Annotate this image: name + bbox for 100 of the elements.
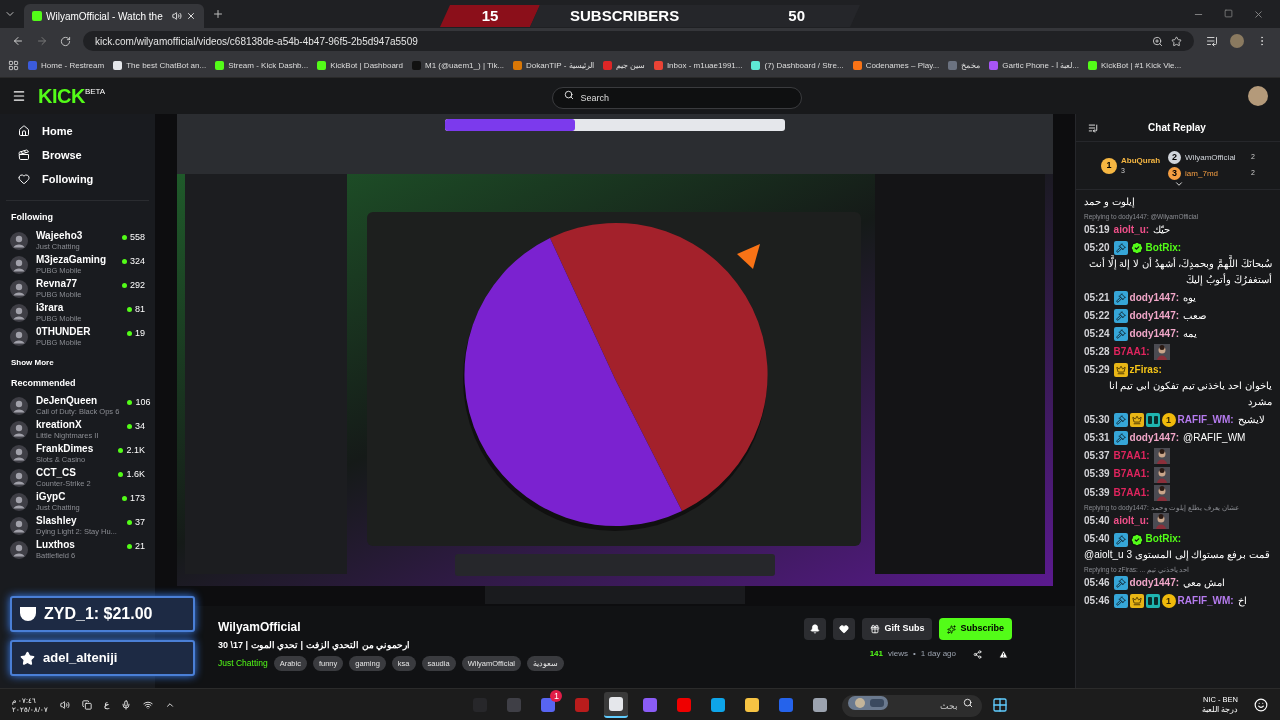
bookmark[interactable]: KickBot | Dashboard <box>317 59 403 72</box>
zoom-icon[interactable] <box>1152 35 1163 47</box>
channel-name[interactable]: CCT_CS <box>36 467 111 478</box>
chat-username[interactable]: B7AA1: <box>1113 450 1150 462</box>
apps-icon[interactable] <box>8 60 19 71</box>
gift-subs-button[interactable]: Gift Subs <box>862 618 933 640</box>
views-label: views <box>888 648 909 660</box>
display-icon[interactable] <box>81 699 92 710</box>
channel-name[interactable]: DeJenQueen <box>36 395 120 406</box>
bookmark[interactable]: Home - Restream <box>28 59 105 72</box>
subscribe-button[interactable]: Subscribe <box>939 618 1012 640</box>
bookmark[interactable]: مخمخ <box>948 59 981 72</box>
share-icon[interactable] <box>973 649 982 659</box>
nav-label: Home <box>42 123 73 139</box>
bookmark[interactable]: DokanTIP - الرئيسية <box>513 59 594 72</box>
channel-name[interactable]: iGypC <box>36 491 114 502</box>
chat-username[interactable]: dody1447: <box>1129 432 1180 444</box>
user-avatar[interactable] <box>1248 86 1268 106</box>
message-text: @aiolt_u قمت برفع مستواك إلى المستوى 3 <box>1084 548 1270 563</box>
channel-name[interactable]: Wajeeho3 <box>36 229 114 241</box>
message-text: سُبحانَكَ اللَّهمَّ وبحمدِكَ، أشهدُ أن لا إلهَ إلَّا أنتَ أستغفرُكَ وأتوبُ إليكَ <box>1087 255 1272 288</box>
show-more-link[interactable]: Show More <box>0 348 155 377</box>
start-icon[interactable] <box>992 696 1009 713</box>
chat-username[interactable]: RAFIF_WM: <box>1177 595 1234 607</box>
menu-icon[interactable] <box>12 89 26 103</box>
channel-name[interactable]: FrankDimes <box>36 443 111 454</box>
channel-title[interactable]: WilyamOfficial <box>218 618 793 636</box>
bookmark-star-icon[interactable] <box>1171 35 1182 47</box>
media-icon[interactable] <box>1206 35 1218 47</box>
bookmark[interactable]: Codenames – Play... <box>852 59 940 72</box>
message-time: 05:40 <box>1084 514 1110 526</box>
search-field[interactable]: Search <box>551 86 802 109</box>
viewer-count: 2.1K <box>126 444 145 457</box>
channel-name[interactable]: Slashley <box>36 515 119 526</box>
chat-username[interactable]: B7AA1: <box>1113 468 1150 480</box>
report-icon[interactable] <box>999 649 1008 659</box>
chat-username[interactable]: dody1447: <box>1129 309 1180 321</box>
taskbar-app[interactable] <box>604 691 629 718</box>
chat-username[interactable]: RAFIF_WM: <box>1177 414 1234 426</box>
chat-username[interactable]: BotRix: <box>1145 533 1182 545</box>
chat-username[interactable]: dody1447: <box>1129 577 1180 589</box>
maximize-icon[interactable] <box>1224 8 1233 18</box>
notification-button[interactable] <box>804 618 827 640</box>
bookmark[interactable]: Inbox - m1uae1991... <box>653 59 743 72</box>
expand-icon[interactable] <box>1174 179 1184 189</box>
message-text: حيّك <box>1153 222 1171 237</box>
channel-name[interactable]: M3jezaGaming <box>36 253 114 265</box>
chat-username[interactable]: dody1447: <box>1129 291 1180 303</box>
reload-icon[interactable] <box>60 35 71 47</box>
kick-logo[interactable]: KICK <box>38 86 85 106</box>
profile-icon[interactable] <box>1230 34 1244 48</box>
bookmark[interactable]: KickBot | #1 Kick Vie... <box>1088 59 1182 72</box>
channel-name[interactable]: i3rara <box>36 301 119 313</box>
chat-username[interactable]: zFiras: <box>1129 364 1162 376</box>
speaker-icon <box>172 11 182 21</box>
check-badge-icon <box>1129 241 1144 256</box>
chat-username[interactable]: BotRix: <box>1145 241 1182 253</box>
bell-icon <box>810 624 821 634</box>
nav-item[interactable]: Following <box>18 170 137 188</box>
browser-tab[interactable]: WilyamOfficial - Watch the <box>24 4 204 28</box>
stream-title: ارحموني من التحدي الزفت | تحدي الموت | 17\ 30 <box>218 639 411 653</box>
address-bar[interactable]: kick.com/wilyamofficial/videos/c68138de-a54b-4b47-96f5-2b5d947a5509 <box>83 31 1194 51</box>
bookmark[interactable]: The best ChatBot an... <box>113 59 207 72</box>
message-time: 05:37 <box>1084 450 1110 462</box>
close-icon[interactable] <box>186 11 196 21</box>
chat-username[interactable]: B7AA1: <box>1113 486 1150 498</box>
app-icon <box>575 697 590 712</box>
chat-username[interactable]: aiolt_u: <box>1113 514 1150 526</box>
channel-name[interactable]: Revna77 <box>36 277 114 289</box>
collapse-icon[interactable] <box>1088 122 1098 133</box>
channel-name[interactable]: 0THUNDER <box>36 325 119 337</box>
app-icon <box>609 696 624 711</box>
channel-name[interactable]: Luxthos <box>36 539 119 550</box>
taskbar-app[interactable]: 1 <box>536 691 561 718</box>
category-link[interactable]: Just Chatting <box>218 656 268 670</box>
tier-badge: 1 <box>1161 594 1176 609</box>
back-icon[interactable] <box>12 35 24 47</box>
language-indicator[interactable]: ع <box>103 697 109 712</box>
bookmark[interactable]: Gartic Phone - لعبة ا... <box>989 59 1080 72</box>
new-tab-icon[interactable] <box>212 8 224 20</box>
volume-icon[interactable] <box>59 699 70 710</box>
microphone-icon[interactable] <box>120 699 131 710</box>
bookmark[interactable]: سين جيم <box>602 59 645 72</box>
beta-tag: BETA <box>84 86 106 98</box>
chat-username[interactable]: aiolt_u: <box>1113 223 1150 235</box>
viewer-count: 37 <box>135 516 145 529</box>
close-icon[interactable] <box>1253 8 1264 20</box>
channel-name[interactable]: kreationX <box>36 419 119 430</box>
nav-item[interactable]: Home <box>18 122 137 140</box>
bookmark[interactable]: M1 (@uaem1_) | Tik... <box>412 59 505 72</box>
search-icon <box>963 698 974 708</box>
bookmark[interactable]: Stream - Kick Dashb... <box>215 59 309 72</box>
chat-username[interactable]: B7AA1: <box>1113 345 1150 357</box>
network-icon[interactable] <box>142 699 153 710</box>
chat-username[interactable]: dody1447: <box>1129 327 1180 339</box>
nav-item[interactable]: Browse <box>18 146 137 164</box>
chat-title: Chat Replay <box>1147 121 1207 135</box>
bookmark[interactable]: (7) Dashboard / Stre... <box>751 59 844 72</box>
crown-icon <box>1129 413 1144 428</box>
follow-button[interactable] <box>833 618 856 640</box>
